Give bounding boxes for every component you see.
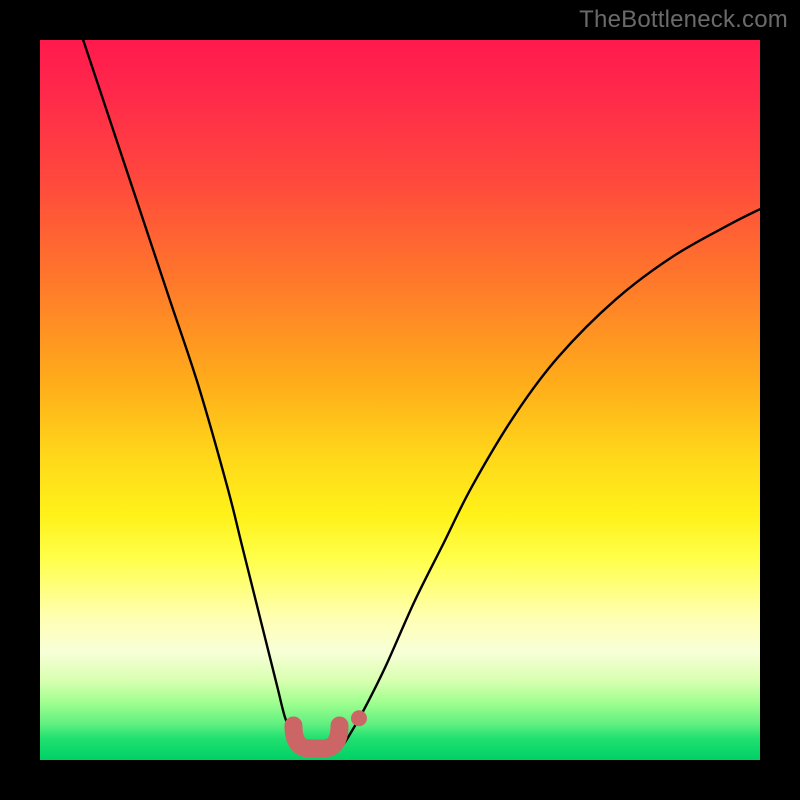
- chart-frame: TheBottleneck.com: [0, 0, 800, 800]
- extra-marker-dot: [351, 710, 367, 726]
- bottleneck-curve: [83, 40, 760, 753]
- curve-svg: [40, 40, 760, 760]
- trough-marker: [293, 725, 339, 748]
- watermark-text: TheBottleneck.com: [579, 6, 788, 34]
- plot-area: [40, 40, 760, 760]
